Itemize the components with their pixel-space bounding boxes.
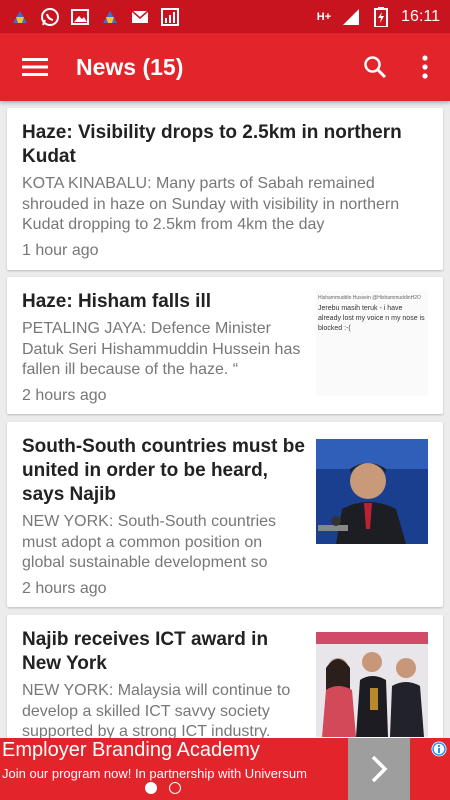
tweet-user: Hishammuddin Hussein @HishammuddinH2O	[318, 295, 421, 301]
gallery-icon	[70, 7, 90, 27]
email-icon	[130, 7, 150, 27]
article-summary: NEW YORK: Malaysia will continue to deve…	[22, 682, 291, 738]
chart-app-icon	[160, 7, 180, 27]
article-photo	[316, 632, 428, 737]
news-card[interactable]: Haze: Hisham falls ill PETALING JAYA: De…	[7, 277, 443, 414]
news-feed[interactable]: Haze: Visibility drops to 2.5km in north…	[0, 101, 450, 738]
cleaner-app-icon	[100, 7, 120, 27]
article-photo	[316, 439, 428, 544]
ad-banner[interactable]: Employer Branding Academy Join our progr…	[0, 738, 450, 800]
hamburger-menu-button[interactable]	[0, 33, 70, 101]
page-title: News (15)	[76, 53, 184, 80]
article-time: 1 hour ago	[22, 241, 99, 259]
ad-page-indicator	[145, 782, 181, 794]
more-vert-icon	[422, 55, 428, 79]
hamburger-menu-icon	[22, 58, 48, 76]
article-time: 2 hours ago	[22, 386, 107, 404]
article-thumbnail: Hishammuddin Hussein @HishammuddinH2O Je…	[316, 291, 428, 396]
signal-icon	[341, 7, 361, 27]
article-title: Haze: Visibility drops to 2.5km in north…	[22, 122, 402, 167]
search-button[interactable]	[350, 33, 400, 101]
ad-title[interactable]: Employer Branding Academy	[2, 739, 260, 762]
network-type-indicator: H+	[316, 10, 332, 23]
ad-info-button[interactable]	[430, 740, 448, 758]
info-icon	[431, 741, 447, 757]
tweet-text: Jerebu masih teruk - i have already lost…	[318, 305, 425, 332]
cleaner-app-icon	[10, 7, 30, 27]
overflow-menu-button[interactable]	[400, 33, 450, 101]
article-title: Haze: Hisham falls ill	[22, 291, 212, 312]
article-title: South-South countries must be united in …	[22, 436, 305, 505]
article-time: 2 hours ago	[22, 579, 107, 597]
status-bar: H+ 16:11	[0, 0, 450, 33]
article-title: Najib receives ICT award in New York	[22, 629, 269, 674]
page-dot[interactable]	[169, 782, 181, 794]
article-summary: PETALING JAYA: Defence Minister Datuk Se…	[22, 320, 301, 378]
app-bar: News (15)	[0, 33, 450, 101]
search-icon	[364, 56, 387, 79]
status-time: 16:11	[401, 7, 440, 25]
news-card[interactable]: South-South countries must be united in …	[7, 422, 443, 607]
news-card[interactable]: Najib receives ICT award in New York NEW…	[7, 615, 443, 738]
ad-next-button[interactable]	[348, 738, 410, 800]
article-summary: KOTA KINABALU: Many parts of Sabah remai…	[22, 175, 400, 233]
chevron-right-icon	[371, 755, 388, 783]
ad-subtitle[interactable]: Join our program now! In partnership wit…	[2, 766, 307, 781]
news-card[interactable]: Haze: Visibility drops to 2.5km in north…	[7, 108, 443, 270]
page-dot-active[interactable]	[145, 782, 157, 794]
whatsapp-icon	[40, 7, 60, 27]
battery-charging-icon	[371, 6, 391, 27]
article-summary: NEW YORK: South-South countries must ado…	[22, 513, 277, 571]
